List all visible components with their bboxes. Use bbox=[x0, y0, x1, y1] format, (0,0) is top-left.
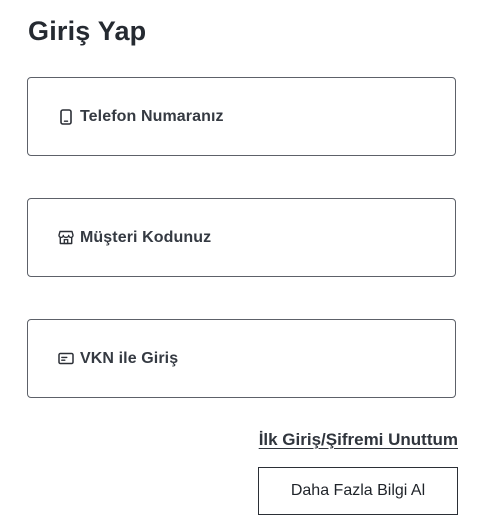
more-info-button[interactable]: Daha Fazla Bilgi Al bbox=[258, 467, 458, 515]
id-card-icon bbox=[58, 351, 74, 367]
page-title: Giriş Yap bbox=[28, 16, 147, 46]
vkn-login-label: VKN ile Giriş bbox=[80, 349, 179, 367]
phone-login-label: Telefon Numaranız bbox=[80, 107, 224, 125]
forgot-password-link[interactable]: İlk Giriş/Şifremi Unuttum bbox=[259, 430, 458, 450]
phone-login-option[interactable]: Telefon Numaranız bbox=[27, 77, 456, 156]
store-icon bbox=[58, 230, 74, 246]
phone-icon bbox=[58, 108, 74, 125]
customer-code-login-option[interactable]: Müşteri Kodunuz bbox=[27, 198, 456, 277]
customer-code-login-label: Müşteri Kodunuz bbox=[80, 228, 212, 246]
vkn-login-option[interactable]: VKN ile Giriş bbox=[27, 319, 456, 398]
